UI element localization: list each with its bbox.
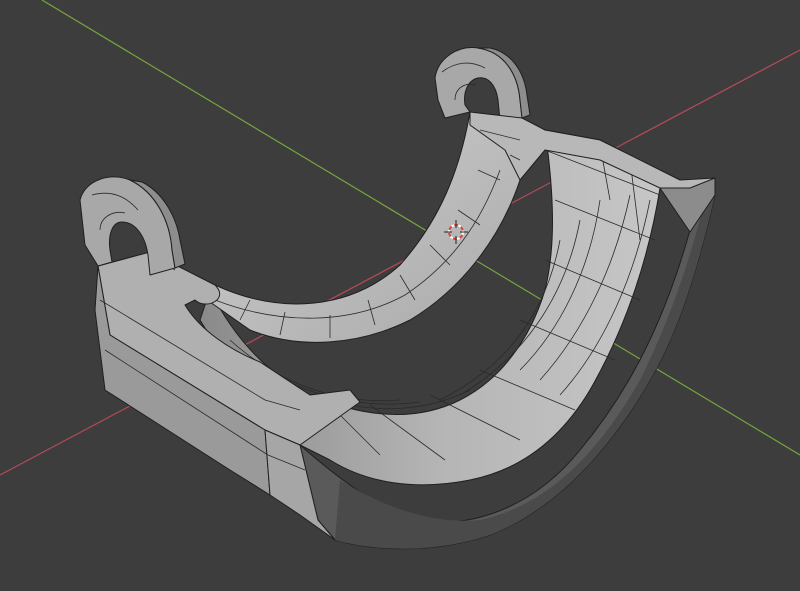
upper-inner-face: [199, 111, 546, 343]
viewport-canvas[interactable]: [0, 0, 800, 591]
3d-viewport[interactable]: [0, 0, 800, 591]
mesh-object[interactable]: [79, 47, 716, 550]
